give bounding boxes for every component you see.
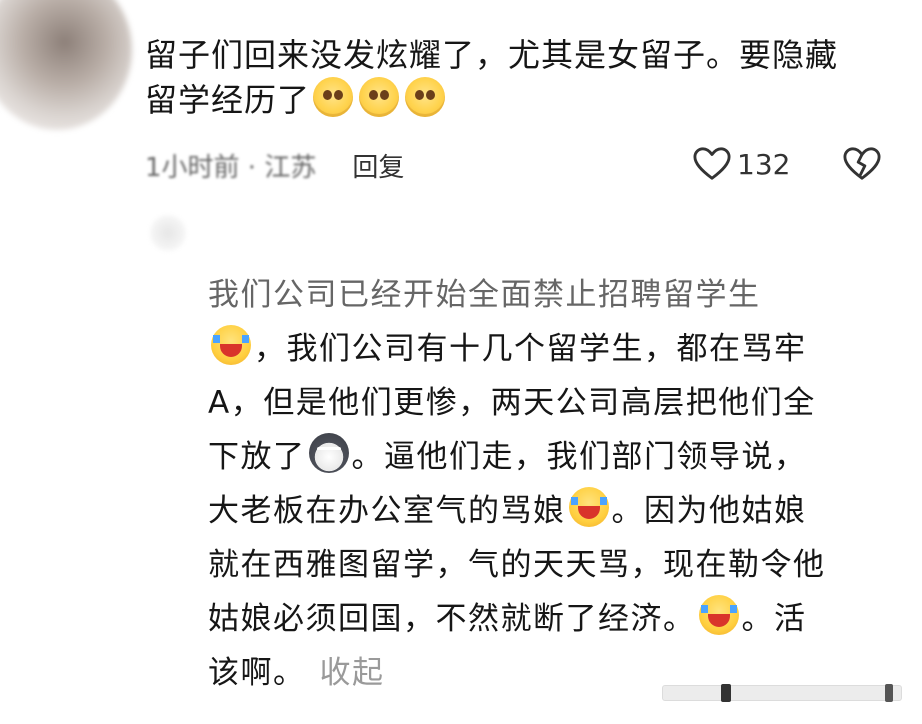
comment-2-line-5: 大老板在办公室气的骂娘 。因为他姑娘 (208, 484, 908, 538)
comment-2-line-7b: 。活 (741, 601, 807, 637)
laughing-crying-emoji-icon (698, 595, 739, 635)
comment-1-meta: 1小时前 · 江苏 回复 (145, 147, 404, 184)
comment-2-line-1: 我们公司已经开始全面禁止招聘留学生 (208, 277, 761, 313)
scrollbar-thumb[interactable] (721, 684, 731, 702)
commenter-avatar[interactable] (0, 0, 132, 130)
broken-heart-icon[interactable] (843, 146, 881, 182)
comment-2-line-4: 下放了 。逼他们走，我们部门领导说， (208, 430, 908, 484)
peeking-eyes-emoji-icon (313, 77, 354, 117)
horizontal-scrollbar[interactable] (662, 684, 902, 702)
comment-1-line-2-text: 留学经历了 (145, 81, 311, 119)
comment-2-line-5a: 大老板在办公室气的骂娘 (208, 493, 566, 529)
heart-icon (693, 147, 731, 180)
husky-dog-emoji-icon (308, 433, 349, 473)
comment-2-line-2-text: ，我们公司有十几个留学生，都在骂牢 (254, 331, 807, 367)
peeking-eyes-emoji-icon (405, 77, 446, 117)
comment-2-line-2: ，我们公司有十几个留学生，都在骂牢 (208, 322, 908, 376)
comment-2-line-5b: 。因为他姑娘 (611, 493, 807, 529)
laughing-crying-emoji-icon (568, 487, 609, 527)
laughing-crying-emoji-icon (211, 325, 251, 365)
comment-1-line-1: 留子们回来没发炫耀了，尤其是女留子。要隐藏 (145, 36, 839, 74)
comment-1-time-location: 1小时前 · 江苏 (145, 153, 317, 183)
comment-2-line-3: A，但是他们更惨，两天公司高层把他们全 (208, 385, 816, 421)
comment-1-line-2: 留学经历了 (145, 77, 905, 122)
comment-2-line-4b: 。逼他们走，我们部门领导说， (351, 439, 807, 475)
like-button[interactable]: 132 (693, 146, 790, 182)
peeking-eyes-emoji-icon (359, 77, 400, 117)
scrollbar-end-marker (885, 684, 893, 702)
comment-2-line-6: 就在西雅图留学，气的天天骂，现在勒令他 (208, 547, 826, 583)
collapse-button[interactable]: 收起 (320, 655, 385, 691)
comment-2-body: 我们公司已经开始全面禁止招聘留学生 ，我们公司有十几个留学生，都在骂牢 A，但是… (208, 268, 908, 700)
comment-2-line-7: 姑娘必须回国，不然就断了经济。 。活 (208, 592, 908, 646)
like-count: 132 (737, 147, 791, 181)
reply-avatar[interactable] (150, 215, 186, 251)
comment-2-line-8-text: 该啊。 (208, 655, 306, 691)
comment-2-line-7a: 姑娘必须回国，不然就断了经济。 (208, 601, 696, 637)
comment-1-body: 留子们回来没发炫耀了，尤其是女留子。要隐藏 留学经历了 (145, 33, 905, 122)
reply-button[interactable]: 回复 (352, 147, 404, 184)
comment-2-line-4a: 下放了 (208, 439, 306, 475)
